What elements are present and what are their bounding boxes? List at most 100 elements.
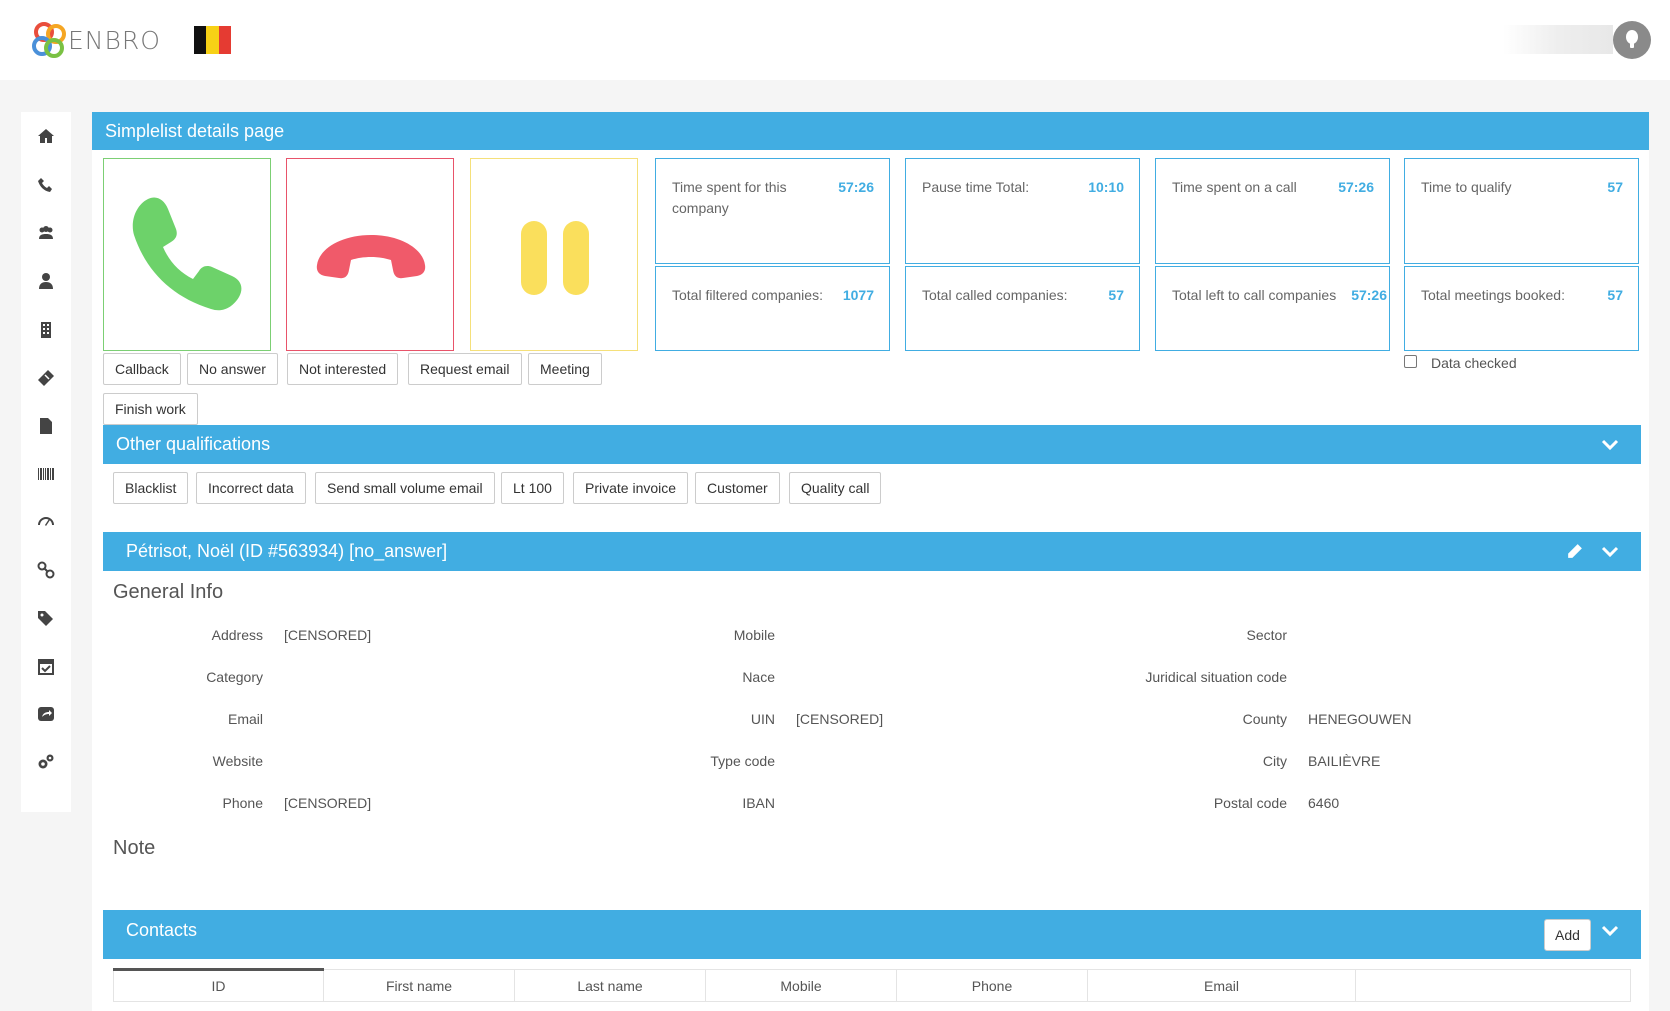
stat-value: 1077 <box>842 287 874 303</box>
stat-value: 10:10 <box>1088 179 1124 195</box>
stat-value: 57 <box>1607 179 1623 195</box>
stat-value: 57 <box>1108 287 1124 303</box>
not-interested-button[interactable]: Not interested <box>287 353 399 385</box>
stat-value: 57:26 <box>838 179 874 195</box>
home-icon[interactable] <box>34 125 58 147</box>
barcode-icon[interactable] <box>34 463 58 485</box>
column-header-email[interactable]: Email <box>1087 969 1356 1002</box>
ticket-icon[interactable] <box>34 367 58 389</box>
column-header-first-name[interactable]: First name <box>323 969 515 1002</box>
column-header-last-name[interactable]: Last name <box>514 969 706 1002</box>
calendar-check-icon[interactable] <box>34 655 58 677</box>
field-label: Mobile <box>733 627 775 643</box>
column-header-actions <box>1355 969 1631 1002</box>
stat-value: 57:26 <box>1338 179 1374 195</box>
field-value: [CENSORED] <box>796 711 884 727</box>
stat-time-spent-company: Time spent for this company 57:26 <box>655 158 890 264</box>
column-header-phone[interactable]: Phone <box>896 969 1088 1002</box>
field-label: Website <box>212 753 263 769</box>
chevron-down-icon[interactable] <box>1601 543 1619 561</box>
lt-100-button[interactable]: Lt 100 <box>501 472 564 504</box>
tachometer-icon[interactable] <box>34 511 58 533</box>
stat-left-to-call: Total left to call companies 57:26 <box>1155 266 1390 351</box>
stat-meetings-booked: Total meetings booked: 57 <box>1404 266 1639 351</box>
quality-call-button[interactable]: Quality call <box>789 472 882 504</box>
user-avatar-icon[interactable] <box>1613 21 1651 59</box>
stat-value: 57:26 <box>1351 287 1387 303</box>
callback-button[interactable]: Callback <box>103 353 181 385</box>
tags-icon[interactable] <box>34 607 58 629</box>
other-qualifications-bar[interactable]: Other qualifications <box>103 425 1641 464</box>
field-label: Juridical situation code <box>1145 669 1287 685</box>
top-bar: ENBRO <box>0 0 1670 80</box>
file-icon[interactable] <box>34 415 58 437</box>
column-header-id[interactable]: ID <box>113 968 324 1002</box>
call-button[interactable] <box>103 158 271 351</box>
field-label: Category <box>206 669 263 685</box>
user-icon[interactable] <box>34 270 58 292</box>
add-contact-button[interactable]: Add <box>1544 919 1591 951</box>
share-icon[interactable] <box>34 703 58 725</box>
company-record-bar[interactable]: Pétrisot, Noël (ID #563934) [no_answer] <box>103 532 1641 571</box>
other-qualifications-title: Other qualifications <box>116 434 271 454</box>
building-icon[interactable] <box>34 319 58 341</box>
no-answer-button[interactable]: No answer <box>187 353 278 385</box>
phone-hangup-icon <box>316 235 426 279</box>
stat-label: Time to qualify <box>1421 179 1512 195</box>
private-invoice-button[interactable]: Private invoice <box>573 472 689 504</box>
link-icon[interactable] <box>34 559 58 581</box>
stat-label: Total called companies: <box>922 287 1068 303</box>
enbro-logo[interactable]: ENBRO <box>30 20 174 62</box>
contacts-title: Contacts <box>126 920 198 940</box>
data-checked-checkbox[interactable] <box>1404 355 1417 368</box>
page-title: Simplelist details page <box>92 112 1649 150</box>
field-label: Sector <box>1246 627 1287 643</box>
stat-label: Total left to call companies <box>1172 287 1337 303</box>
field-value: [CENSORED] <box>284 795 372 811</box>
field-value: [CENSORED] <box>284 627 372 643</box>
stat-label: Total meetings booked: <box>1421 287 1565 303</box>
field-label: Address <box>211 627 263 643</box>
field-label: IBAN <box>742 795 775 811</box>
general-info-title: General Info <box>113 581 224 603</box>
customer-button[interactable]: Customer <box>695 472 780 504</box>
sidebar-nav <box>21 112 71 812</box>
column-header-mobile[interactable]: Mobile <box>705 969 897 1002</box>
cogs-icon[interactable] <box>34 751 58 773</box>
field-label: Nace <box>742 669 775 685</box>
request-email-button[interactable]: Request email <box>408 353 522 385</box>
stat-value: 57 <box>1607 287 1623 303</box>
finish-work-button[interactable]: Finish work <box>103 393 198 425</box>
note-title: Note <box>113 837 156 859</box>
stat-label: Total filtered companies: <box>672 287 823 303</box>
users-icon[interactable] <box>34 222 58 244</box>
field-label: Type code <box>710 753 775 769</box>
edit-pencil-icon[interactable] <box>1565 542 1584 561</box>
stat-label: Pause time Total: <box>922 179 1030 195</box>
chevron-down-icon[interactable] <box>1601 436 1619 454</box>
stat-called-companies: Total called companies: 57 <box>905 266 1140 351</box>
meeting-button[interactable]: Meeting <box>528 353 602 385</box>
blacklist-button[interactable]: Blacklist <box>113 472 189 504</box>
field-value: 6460 <box>1308 795 1340 811</box>
phone-icon[interactable] <box>34 174 58 196</box>
contacts-bar[interactable]: Contacts <box>103 910 1641 959</box>
phone-call-icon <box>132 197 242 311</box>
hangup-button[interactable] <box>286 158 454 351</box>
pause-button[interactable] <box>470 158 638 351</box>
stat-time-on-call: Time spent on a call 57:26 <box>1155 158 1390 264</box>
table-header-row: ID First name Last name Mobile Phone Ema… <box>113 968 1631 1002</box>
company-record-title: Pétrisot, Noël (ID #563934) [no_answer] <box>126 541 448 561</box>
data-checked-label: Data checked <box>1431 355 1517 371</box>
incorrect-data-button[interactable]: Incorrect data <box>196 472 306 504</box>
field-label: Postal code <box>1213 795 1287 811</box>
stat-time-to-qualify: Time to qualify 57 <box>1404 158 1639 264</box>
stat-filtered-companies: Total filtered companies: 1077 <box>655 266 890 351</box>
chevron-down-icon[interactable] <box>1601 922 1619 940</box>
user-name-box[interactable] <box>1503 25 1613 54</box>
pause-icon <box>521 221 589 295</box>
send-small-volume-email-button[interactable]: Send small volume email <box>315 472 495 504</box>
belgium-flag-icon[interactable] <box>194 26 231 54</box>
stat-label: Time spent for this company <box>672 179 787 216</box>
field-value: HENEGOUWEN <box>1308 711 1412 727</box>
